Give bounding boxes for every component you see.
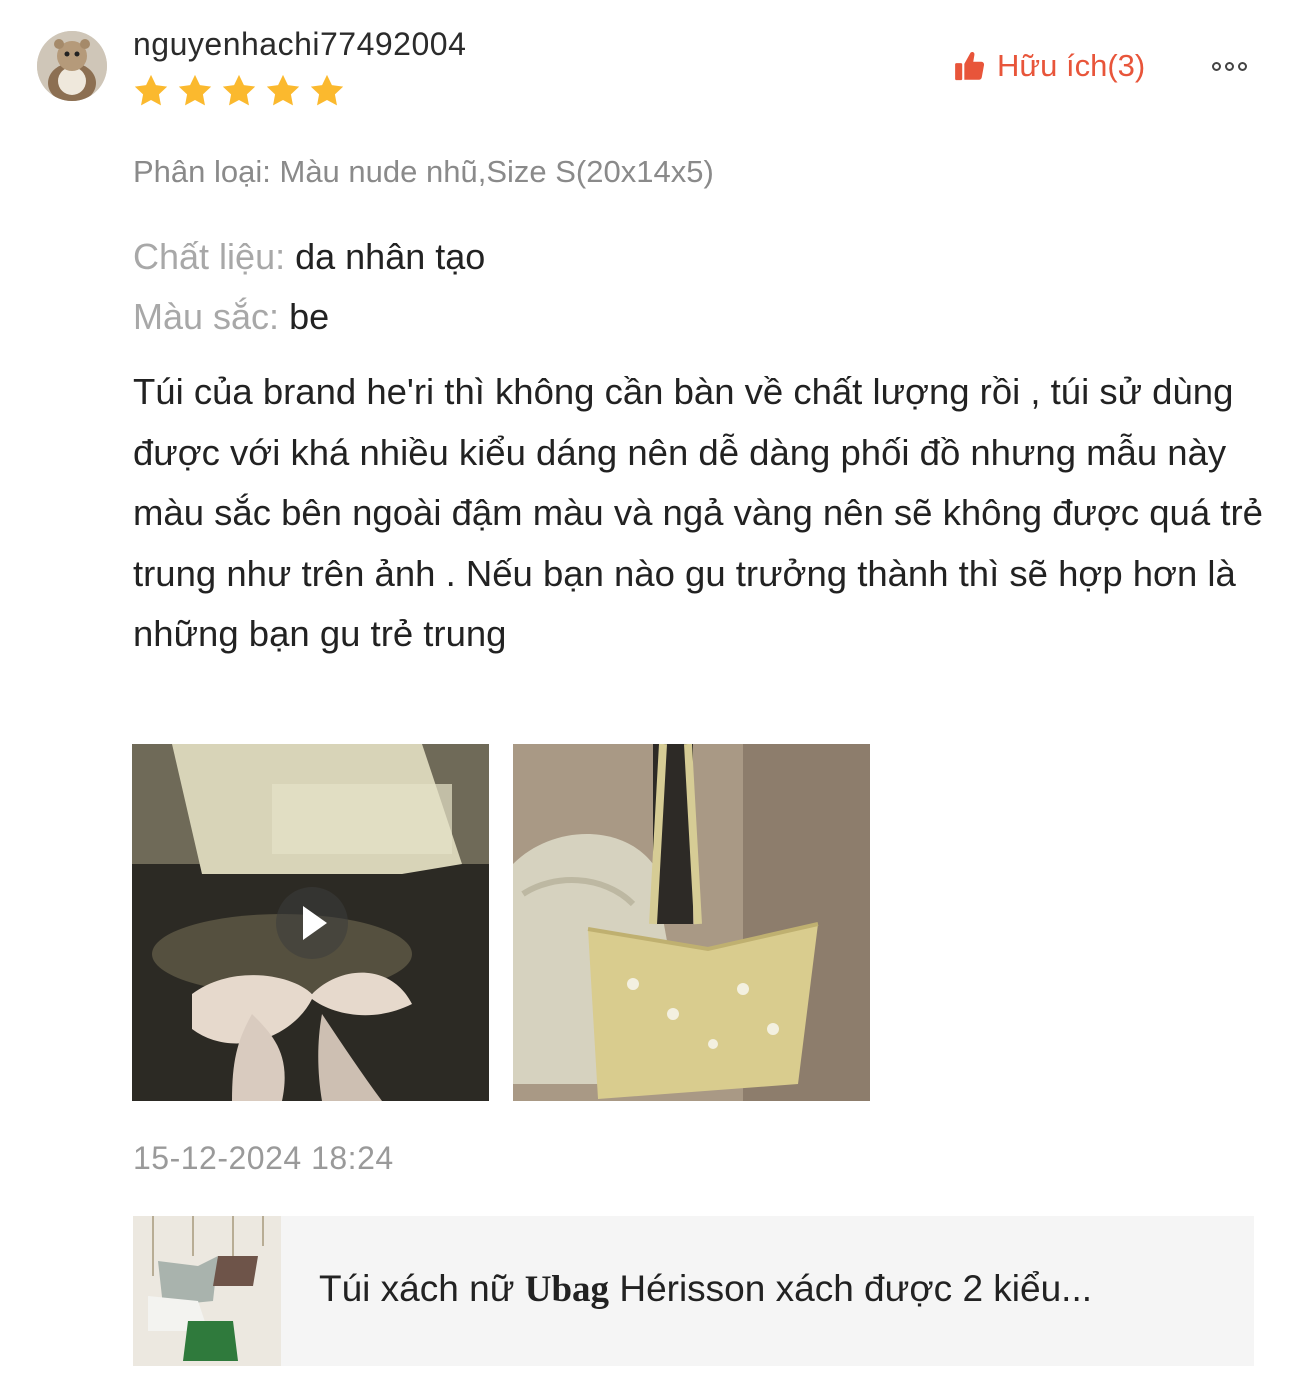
play-button[interactable] [276, 887, 348, 959]
star-icon [222, 74, 256, 106]
product-thumbnail [133, 1216, 281, 1366]
star-icon [266, 74, 300, 106]
thumbs-up-icon [955, 51, 985, 81]
product-card[interactable]: Túi xách nữ Ubag Hérisson xách được 2 ki… [133, 1216, 1254, 1366]
more-button[interactable] [1212, 58, 1260, 74]
review-date: 15-12-2024 18:24 [133, 1140, 394, 1176]
attribute-key: Chất liệu: [133, 236, 286, 277]
variant-info: Phân loại: Màu nude nhũ,Size S(20x14x5) [133, 154, 714, 189]
rating-stars [132, 72, 346, 110]
play-icon [303, 906, 327, 940]
attribute-value: da nhân tạo [295, 236, 486, 277]
product-title: Túi xách nữ Ubag Hérisson xách được 2 ki… [319, 1268, 1093, 1310]
attribute-color: Màu sắc: be [133, 296, 329, 338]
star-icon [134, 74, 168, 106]
more-dots-icon [1212, 61, 1221, 71]
helpful-button[interactable]: Hữu ích (3) [953, 44, 1145, 88]
attribute-value: be [289, 296, 330, 337]
username: nguyenhachi77492004 [133, 26, 467, 62]
attribute-material: Chất liệu: da nhân tạo [133, 236, 485, 278]
avatar[interactable] [37, 31, 107, 101]
review-video-thumbnail[interactable] [132, 744, 489, 1101]
star-icon [310, 74, 344, 106]
helpful-count: (3) [1107, 48, 1146, 83]
helpful-label: Hữu ích [997, 48, 1108, 83]
star-icon [178, 74, 212, 106]
review-text: Túi của brand he'ri thì không cần bàn về… [133, 371, 1263, 654]
attribute-key: Màu sắc: [133, 296, 280, 337]
review-image[interactable] [513, 744, 870, 1101]
